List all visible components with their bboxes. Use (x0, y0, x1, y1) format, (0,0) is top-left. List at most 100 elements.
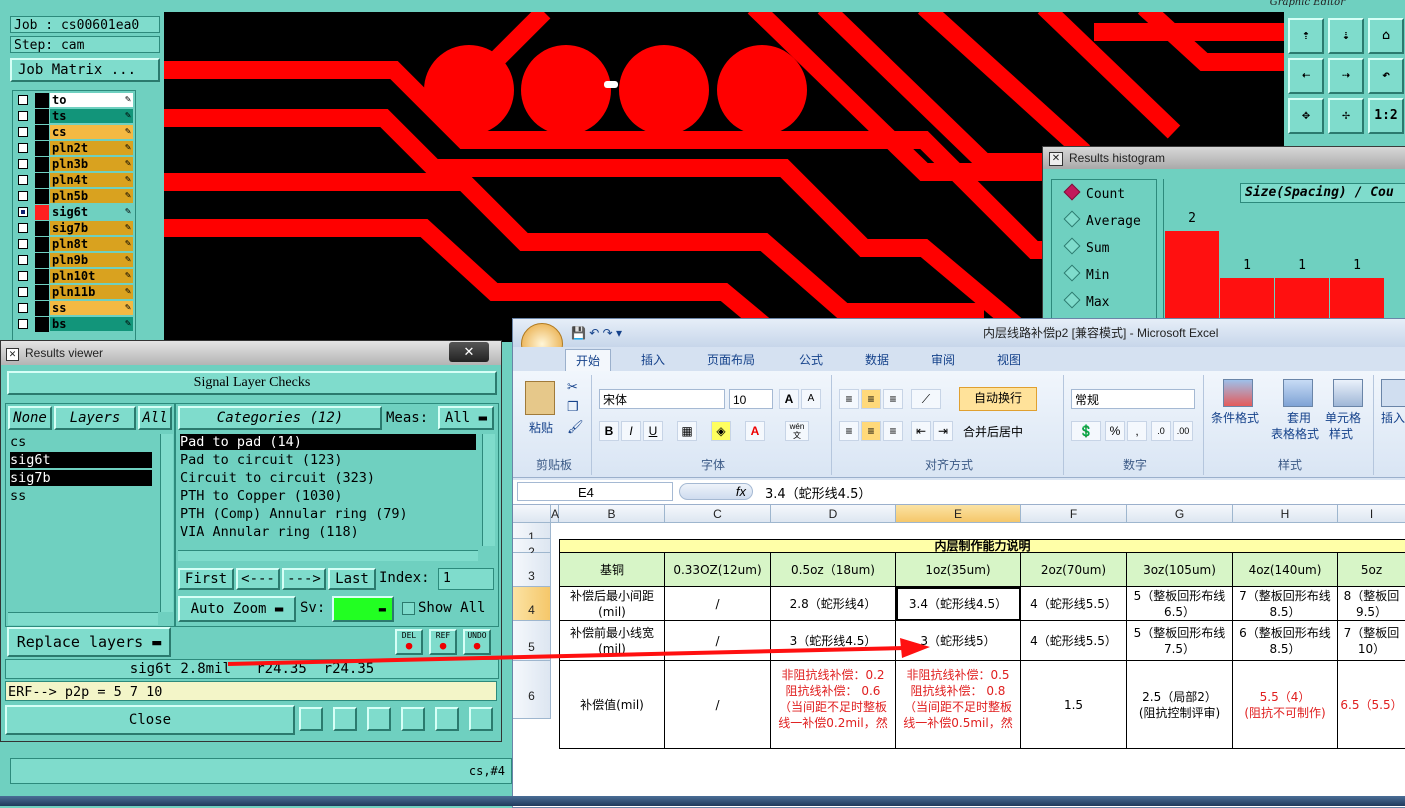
column-header-I[interactable]: I (1338, 505, 1405, 523)
layer-name[interactable]: pln9b ✎ (50, 253, 133, 267)
row6-c-cell[interactable]: / (665, 661, 771, 749)
row4-cell-3[interactable]: 3.4（蛇形线4.5） (896, 587, 1021, 621)
column-header-G[interactable]: G (1127, 505, 1233, 523)
cell-styles-icon[interactable] (1333, 379, 1363, 407)
sort-icon[interactable] (401, 707, 425, 731)
layer-checkbox[interactable] (18, 319, 28, 329)
report-icon[interactable] (333, 707, 357, 731)
row5-cell-1[interactable]: / (665, 621, 771, 661)
last-button[interactable]: Last (328, 568, 376, 590)
align-middle-icon[interactable]: ≡ (861, 389, 881, 409)
histogram-option-max[interactable]: Max (1063, 291, 1109, 310)
align-bottom-icon[interactable]: ≡ (883, 389, 903, 409)
column-header-D[interactable]: D (771, 505, 896, 523)
header-cell-6[interactable]: 4oz(140um) (1233, 553, 1338, 587)
decrease-indent-icon[interactable]: ⇤ (911, 421, 931, 441)
row-header-4[interactable]: 4 (513, 587, 551, 621)
small-button-del[interactable]: DEL ● (395, 629, 423, 655)
paste-label[interactable]: 粘贴 (529, 419, 553, 436)
fx-button[interactable]: fx (679, 483, 753, 500)
tab-1[interactable]: 插入 (631, 351, 675, 368)
tab-6[interactable]: 视图 (987, 351, 1031, 368)
layer-checkbox[interactable] (18, 303, 28, 313)
layer-name[interactable]: to ✎ (50, 93, 133, 107)
layer-name[interactable]: pln2t ✎ (50, 141, 133, 155)
chart-icon[interactable] (469, 707, 493, 731)
toolbar-button-1[interactable]: ⇣ (1328, 18, 1364, 54)
meas-dropdown[interactable]: All ▬ (438, 406, 494, 430)
italic-button[interactable]: I (621, 421, 641, 441)
toolbar-button-8[interactable]: 1:2 (1368, 98, 1404, 134)
number-format-select[interactable]: 常规 (1071, 389, 1195, 409)
column-header-C[interactable]: C (665, 505, 771, 523)
category-item[interactable]: Pad to circuit (123) (180, 452, 476, 468)
row5-cell-4[interactable]: 4（蛇形线5.5） (1021, 621, 1127, 661)
header-cell-0[interactable]: 基铜 (559, 553, 665, 587)
auto-zoom-dropdown[interactable]: Auto Zoom ▬ (178, 596, 296, 622)
layer-name[interactable]: ts ✎ (50, 109, 133, 123)
all-button[interactable]: All (138, 406, 172, 430)
tab-4[interactable]: 数据 (855, 351, 899, 368)
column-header-H[interactable]: H (1233, 505, 1338, 523)
column-header-B[interactable]: B (559, 505, 665, 523)
layer-name[interactable]: pln5b ✎ (50, 189, 133, 203)
header-cell-7[interactable]: 5oz (1338, 553, 1405, 587)
cut-icon[interactable]: ✂ (567, 379, 578, 395)
align-left-icon[interactable]: ≡ (839, 421, 859, 441)
row-header-5[interactable]: 5 (513, 621, 551, 661)
table-format-label-2[interactable]: 表格格式 (1271, 425, 1319, 442)
layer-name[interactable]: pln3b ✎ (50, 157, 133, 171)
borders-icon[interactable]: ▦ (677, 421, 697, 441)
layer-row-pln8t[interactable]: pln8t ✎ (15, 237, 135, 252)
layer-row-pln9b[interactable]: pln9b ✎ (15, 253, 135, 268)
copy-icon[interactable]: ❐ (567, 399, 579, 415)
show-all-checkbox[interactable] (402, 602, 415, 615)
row-header-6[interactable]: 6 (513, 661, 551, 719)
category-item[interactable]: PTH (Comp) Annular ring (79) (180, 506, 476, 522)
row-header-1[interactable]: 1 (513, 523, 551, 544)
align-right-icon[interactable]: ≡ (883, 421, 903, 441)
header-cell-1[interactable]: 0.33OZ(12um) (665, 553, 771, 587)
layer-row-pln3b[interactable]: pln3b ✎ (15, 157, 135, 172)
header-cell-4[interactable]: 2oz(70um) (1021, 553, 1127, 587)
insert-label[interactable]: 插入 (1381, 409, 1405, 426)
toolbar-button-0[interactable]: ⇡ (1288, 18, 1324, 54)
phonetic-button[interactable]: wén 文 (785, 421, 809, 441)
row6-h-cell[interactable]: 5.5（4） (阻抗不可制作) (1233, 661, 1338, 749)
next-button[interactable]: ---> (282, 568, 326, 590)
conditional-format-icon[interactable] (1223, 379, 1253, 407)
layer-checkbox[interactable] (18, 159, 28, 169)
align-center-icon[interactable]: ≡ (861, 421, 881, 441)
layer-row-sig6t[interactable]: sig6t ✎ (15, 205, 135, 220)
row5-cell-3[interactable]: 3（蛇形线5） (896, 621, 1021, 661)
tab-5[interactable]: 审阅 (921, 351, 965, 368)
row6-label-cell[interactable]: 补偿值(mil) (559, 661, 665, 749)
layer-checkbox[interactable] (18, 287, 28, 297)
category-item[interactable]: VIA Annular ring (118) (180, 524, 476, 540)
header-cell-2[interactable]: 0.5oz（18um) (771, 553, 896, 587)
toolbar-button-7[interactable]: ✢ (1328, 98, 1364, 134)
layer-row-ss[interactable]: ss ✎ (15, 301, 135, 316)
row-header-3[interactable]: 3 (513, 553, 551, 587)
conditional-format-label[interactable]: 条件格式 (1211, 409, 1259, 426)
comma-button[interactable]: , (1127, 421, 1147, 441)
layer-row-pln2t[interactable]: pln2t ✎ (15, 141, 135, 156)
row4-cell-6[interactable]: 7（整板回形布线 8.5） (1233, 587, 1338, 621)
index-input[interactable]: 1 (438, 568, 494, 590)
results-layer-item[interactable]: cs (10, 434, 152, 450)
layer-name[interactable]: sig7b ✎ (50, 221, 133, 235)
layer-name-hscrollbar[interactable] (8, 612, 158, 625)
category-item[interactable]: PTH to Copper (1030) (180, 488, 476, 504)
layer-row-pln10t[interactable]: pln10t ✎ (15, 269, 135, 284)
layer-row-pln5b[interactable]: pln5b ✎ (15, 189, 135, 204)
results-layer-item[interactable]: ss (10, 488, 152, 504)
align-top-icon[interactable]: ≡ (839, 389, 859, 409)
fill-color-icon[interactable]: ◈ (711, 421, 731, 441)
row5-cell-5[interactable]: 5（整板回形布线 7.5） (1127, 621, 1233, 661)
toolbar-button-4[interactable]: ⇢ (1328, 58, 1364, 94)
table-title-cell[interactable]: 内层制作能力说明 (559, 539, 1405, 553)
bold-button[interactable]: B (599, 421, 619, 441)
font-name-select[interactable]: 宋体 (599, 389, 725, 409)
category-scrollbar[interactable] (482, 434, 495, 546)
name-box[interactable]: E4 (517, 482, 673, 501)
